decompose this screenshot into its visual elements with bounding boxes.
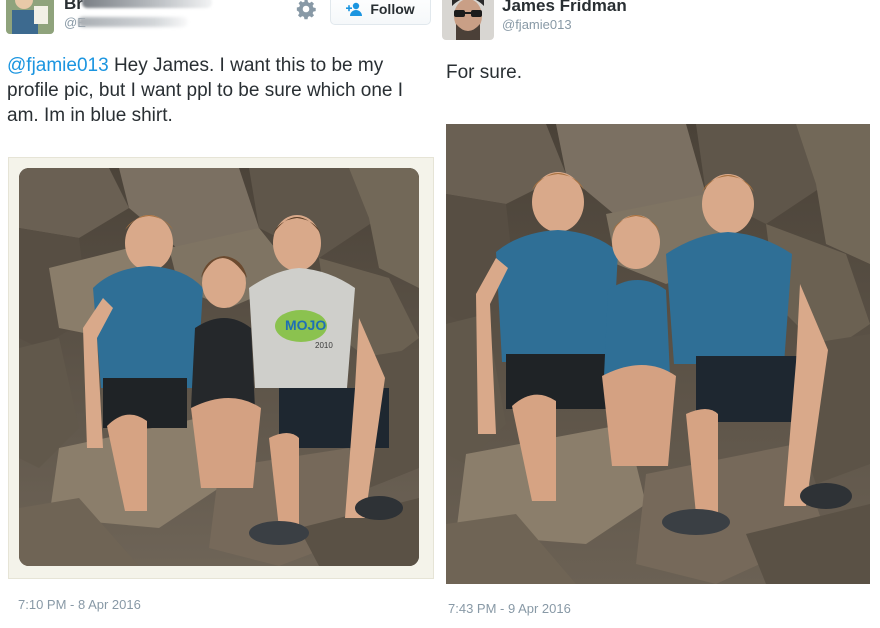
follow-person-icon — [346, 2, 364, 16]
shirt-print-year: 2010 — [315, 341, 333, 350]
gear-icon[interactable] — [295, 0, 317, 20]
left-author-avatar[interactable] — [6, 0, 54, 34]
shirt-print-text: MOJO — [285, 317, 326, 333]
follow-button-label: Follow — [370, 0, 415, 17]
right-tweet-text: For sure. — [446, 62, 523, 83]
right-author-handle[interactable]: @fjamie013 — [502, 17, 572, 32]
left-tweet-text: @fjamie013 Hey James. I want this to be … — [7, 53, 437, 128]
mention-link[interactable]: @fjamie013 — [7, 55, 109, 76]
left-tweet-timestamp[interactable]: 7:10 PM - 8 Apr 2016 — [18, 597, 141, 612]
redaction-blur-handle — [78, 17, 188, 27]
original-photo[interactable]: MOJO 2010 — [19, 168, 419, 566]
left-author-name[interactable]: Br — [64, 0, 83, 14]
right-author-name[interactable]: James Fridman — [502, 0, 627, 16]
edited-photo[interactable] — [446, 124, 870, 584]
right-author-avatar[interactable] — [442, 0, 494, 40]
right-tweet: James Fridman @fjamie013 For sure. 7:43 … — [440, 0, 880, 628]
follow-button[interactable]: Follow — [330, 0, 431, 25]
left-tweet: Br @E Follow @fjamie013 Hey James. I wan… — [0, 0, 440, 628]
redaction-blur-name — [82, 0, 212, 8]
right-tweet-timestamp[interactable]: 7:43 PM - 9 Apr 2016 — [448, 601, 571, 616]
